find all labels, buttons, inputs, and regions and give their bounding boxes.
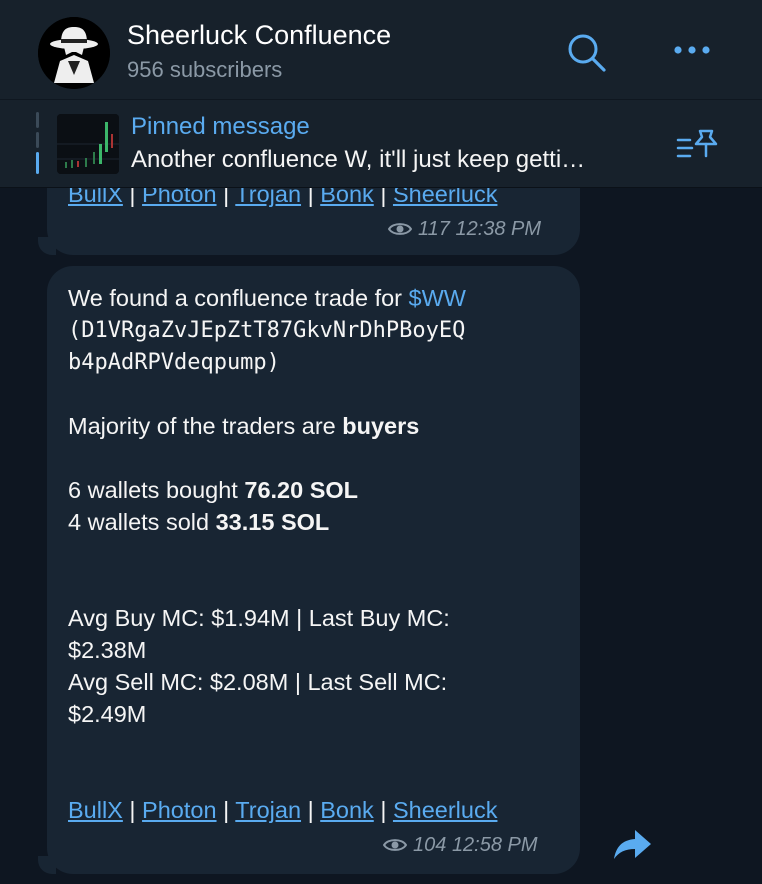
token-address-line2[interactable]: b4pAdRPVdeqpump) — [68, 350, 280, 375]
pinned-message-bar[interactable] — [0, 100, 762, 188]
link-photon[interactable]: Photon — [142, 797, 216, 823]
link-trojan[interactable]: Trojan — [235, 797, 301, 823]
majority-line: Majority of the traders are buyers — [68, 413, 419, 440]
ticker-link[interactable]: $WW — [409, 285, 466, 311]
channel-title: Sheerluck Confluence — [127, 20, 392, 50]
previous-message-meta: 117 12:38 PM — [388, 218, 541, 241]
link-separator: | — [129, 797, 136, 823]
message-meta: 104 12:58 PM — [383, 834, 538, 857]
message-intro-line: We found a confluence trade for $WW — [68, 285, 466, 312]
detective-logo-icon — [38, 17, 110, 89]
message-links: BullX | Photon | Trojan | Bonk | Sheerlu… — [68, 797, 497, 824]
bought-value: 76.20 SOL — [244, 477, 359, 503]
link-separator: | — [223, 797, 230, 823]
majority-value: buyers — [342, 413, 420, 439]
channel-header: Sheerluck Confluence 956 subscribers — [0, 0, 762, 100]
subscriber-count: 956 subscribers — [127, 57, 283, 82]
link-bonk[interactable]: Bonk — [320, 797, 374, 823]
view-count: 104 — [413, 834, 447, 856]
view-count: 117 — [418, 218, 450, 240]
bought-prefix: 6 wallets bought — [68, 477, 245, 503]
message-time: 12:38 PM — [455, 218, 542, 240]
token-address-line1[interactable]: (D1VRgaZvJEpZtT87GkvNrDhPBoyEQ — [68, 318, 465, 343]
search-icon[interactable] — [564, 30, 608, 74]
bought-line: 6 wallets bought 76.20 SOL — [68, 477, 358, 504]
avg-buy-line2: $2.38M — [68, 637, 147, 663]
channel-avatar[interactable] — [38, 17, 110, 89]
avg-buy-line1: Avg Buy MC: $1.94M | Last Buy MC: — [68, 605, 450, 631]
avg-sell-line2: $2.49M — [68, 701, 147, 727]
majority-prefix: Majority of the traders are — [68, 413, 343, 439]
message-intro: We found a confluence trade for — [68, 285, 409, 311]
sold-value: 33.15 SOL — [215, 509, 330, 535]
pinned-label: Pinned message — [131, 113, 310, 140]
pinned-text: Another confluence W, it'll just keep ge… — [131, 146, 586, 173]
pinned-thumbnail — [57, 114, 119, 174]
sold-prefix: 4 wallets sold — [68, 509, 216, 535]
avg-sell-line1: Avg Sell MC: $2.08M | Last Sell MC: — [68, 669, 448, 695]
sold-line: 4 wallets sold 33.15 SOL — [68, 509, 329, 536]
more-icon[interactable] — [672, 38, 712, 62]
pinned-indicator — [36, 112, 41, 178]
pin-list-icon[interactable] — [676, 128, 722, 164]
link-separator: | — [307, 797, 314, 823]
link-bullx[interactable]: BullX — [68, 797, 123, 823]
bubble-tail — [38, 237, 56, 255]
eye-icon — [383, 839, 407, 851]
eye-icon — [388, 223, 412, 235]
forward-icon[interactable] — [611, 826, 653, 862]
message-time: 12:58 PM — [451, 834, 538, 856]
bubble-tail — [38, 856, 56, 874]
link-sheerluck[interactable]: Sheerluck — [393, 797, 498, 823]
link-separator: | — [380, 797, 387, 823]
